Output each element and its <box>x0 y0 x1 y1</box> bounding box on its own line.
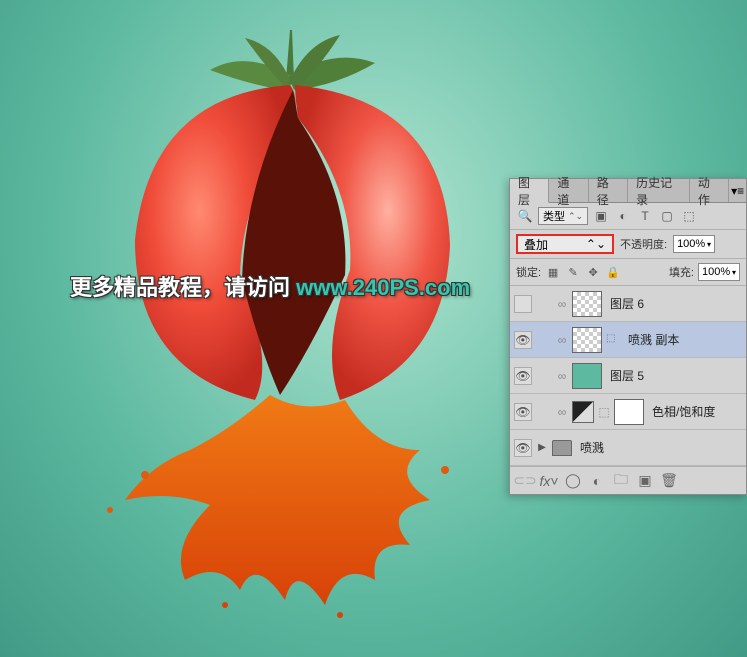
link-icon[interactable]: ∞ <box>556 333 568 347</box>
filter-smart-icon[interactable]: ⬚ <box>680 207 698 225</box>
fx-icon[interactable]: fx˅ <box>540 472 558 490</box>
fill-value: 100% <box>702 266 730 278</box>
opacity-input[interactable]: 100% ▾ <box>673 235 715 253</box>
visibility-toggle[interactable]: 👁 <box>514 295 532 313</box>
filter-kind-label: 类型 <box>543 208 565 224</box>
adjustment-thumbnail[interactable] <box>572 401 594 423</box>
blend-mode-dropdown[interactable]: 叠加 ⌃⌄ <box>516 234 614 254</box>
filter-adjust-icon[interactable]: ◐ <box>614 207 632 225</box>
layer-thumbnail[interactable] <box>572 327 602 353</box>
panel-menu-icon[interactable]: ▾≡ <box>729 179 746 202</box>
chevron-updown-icon: ⌃⌄ <box>568 212 583 220</box>
visibility-toggle[interactable]: 👁 <box>514 367 532 385</box>
layer-thumbnail[interactable] <box>572 291 602 317</box>
watermark-text: 更多精品教程，请访问 www.240PS.com <box>70 270 470 302</box>
mask-thumbnail[interactable] <box>614 399 644 425</box>
tab-paths[interactable]: 路径 <box>589 179 628 202</box>
lock-label: 锁定: <box>516 264 541 280</box>
tomato-artwork <box>80 0 500 620</box>
fill-input[interactable]: 100% ▾ <box>698 263 740 281</box>
lock-all-icon[interactable]: 🔒 <box>605 264 621 280</box>
tab-layers[interactable]: 图层 <box>510 179 549 203</box>
link-icon[interactable]: ∞ <box>556 297 568 311</box>
tab-history[interactable]: 历史记录 <box>628 179 690 202</box>
layer-name-label[interactable]: 图层 5 <box>606 367 742 384</box>
visibility-toggle[interactable]: 👁 <box>514 403 532 421</box>
panel-footer: ⊂⊃ fx˅ ◯ ◐ 🗀 ▣ 🗑 <box>510 466 746 494</box>
mask-link-icon[interactable]: ⬚ <box>598 405 610 419</box>
adjustment-icon[interactable]: ◐ <box>588 472 606 490</box>
disclosure-triangle-icon[interactable]: ▶ <box>536 442 548 453</box>
panel-tabs: 图层 通道 路径 历史记录 动作 ▾≡ <box>510 179 746 203</box>
search-icon[interactable]: 🔍 <box>516 207 534 225</box>
link-icon[interactable]: ∞ <box>556 369 568 383</box>
filter-pixel-icon[interactable]: ▣ <box>592 207 610 225</box>
group-icon[interactable]: 🗀 <box>612 472 630 490</box>
smart-object-icon: ⬚ <box>606 333 620 347</box>
watermark-text-1: 更多精品教程，请访问 <box>70 275 296 300</box>
opacity-value: 100% <box>677 238 705 250</box>
blend-row: 叠加 ⌃⌄ 不透明度: 100% ▾ <box>510 230 746 259</box>
layer-row[interactable]: 👁 ▶ 喷溅 <box>510 430 746 466</box>
watermark-url: www.240PS.com <box>296 275 470 300</box>
lock-position-icon[interactable]: ✥ <box>585 264 601 280</box>
tab-channels[interactable]: 通道 <box>549 179 588 202</box>
fill-label: 填充: <box>669 264 694 280</box>
chevron-updown-icon: ⌃⌄ <box>586 237 606 251</box>
layer-row[interactable]: 👁 ∞ 图层 6 <box>510 286 746 322</box>
layer-name-label[interactable]: 喷溅 副本 <box>624 331 742 348</box>
layer-thumbnail[interactable] <box>572 363 602 389</box>
layer-name-label[interactable]: 图层 6 <box>606 295 742 312</box>
mask-icon[interactable]: ◯ <box>564 472 582 490</box>
visibility-toggle[interactable]: 👁 <box>514 439 532 457</box>
folder-icon[interactable] <box>552 440 572 456</box>
link-layers-icon[interactable]: ⊂⊃ <box>516 472 534 490</box>
blend-mode-value: 叠加 <box>524 236 548 253</box>
lock-brush-icon[interactable]: ✎ <box>565 264 581 280</box>
layer-row[interactable]: 👁 ∞ ⬚ 色相/饱和度 <box>510 394 746 430</box>
layer-row[interactable]: 👁 ∞ ⬚ 喷溅 副本 <box>510 322 746 358</box>
filter-shape-icon[interactable]: ▢ <box>658 207 676 225</box>
layer-name-label[interactable]: 色相/饱和度 <box>648 403 742 420</box>
trash-icon[interactable]: 🗑 <box>660 472 678 490</box>
link-icon[interactable]: ∞ <box>556 405 568 419</box>
lock-transparency-icon[interactable]: ▦ <box>545 264 561 280</box>
tab-actions[interactable]: 动作 <box>690 179 729 202</box>
layer-row[interactable]: 👁 ∞ 图层 5 <box>510 358 746 394</box>
new-layer-icon[interactable]: ▣ <box>636 472 654 490</box>
filter-kind-dropdown[interactable]: 类型 ⌃⌄ <box>538 207 588 225</box>
layers-list: 👁 ∞ 图层 6 👁 ∞ ⬚ 喷溅 副本 👁 ∞ 图层 5 👁 ∞ ⬚ <box>510 286 746 466</box>
opacity-label: 不透明度: <box>620 236 667 252</box>
layer-name-label[interactable]: 喷溅 <box>576 439 742 456</box>
layers-panel: 图层 通道 路径 历史记录 动作 ▾≡ 🔍 类型 ⌃⌄ ▣ ◐ T ▢ ⬚ 叠加… <box>509 178 747 495</box>
lock-row: 锁定: ▦ ✎ ✥ 🔒 填充: 100% ▾ <box>510 259 746 286</box>
chevron-down-icon: ▾ <box>732 268 736 277</box>
filter-text-icon[interactable]: T <box>636 207 654 225</box>
chevron-down-icon: ▾ <box>707 240 711 249</box>
visibility-toggle[interactable]: 👁 <box>514 331 532 349</box>
